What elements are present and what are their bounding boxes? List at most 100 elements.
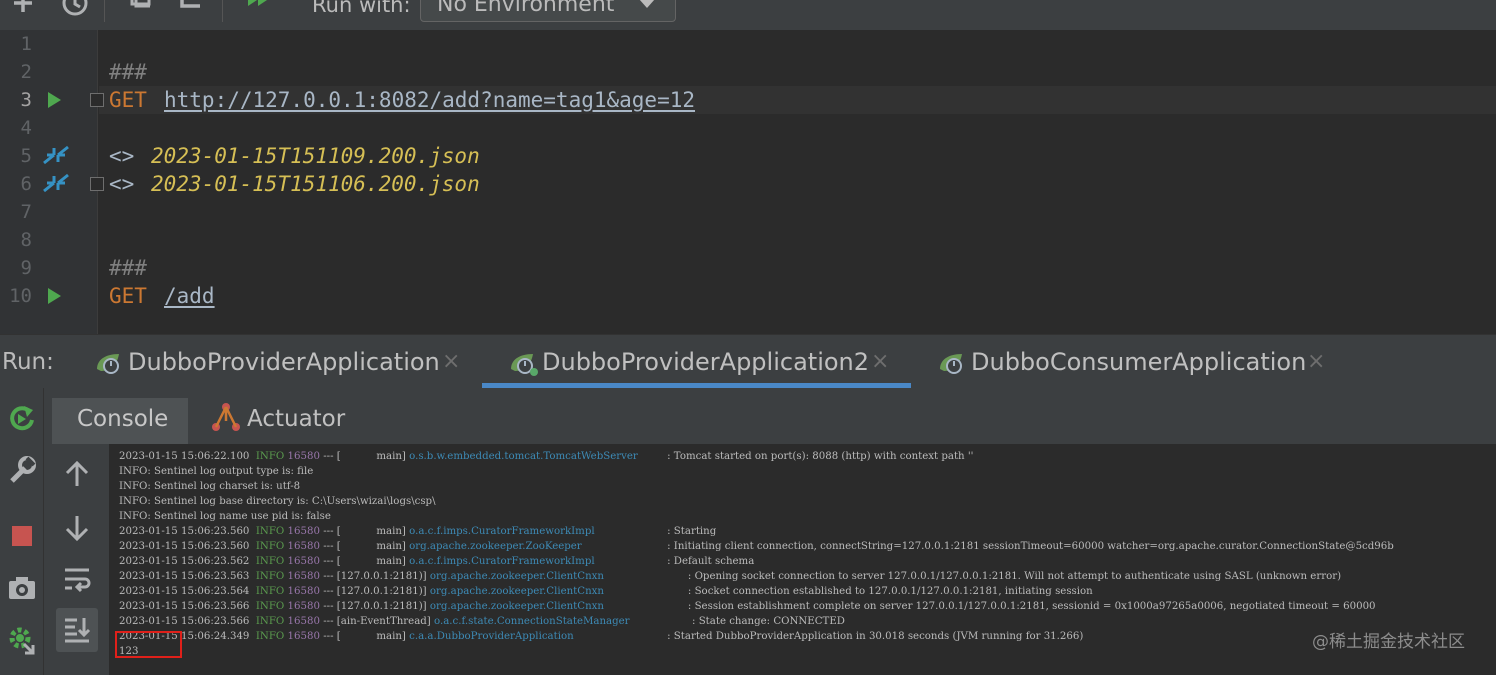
log-separator: --- <box>323 451 334 462</box>
compare-response-icon[interactable] <box>42 171 70 197</box>
run-tab-dubbo-consumer[interactable]: DubboConsumerApplication × <box>937 335 1337 389</box>
request-url[interactable]: http://127.0.0.1:8082/add?name=tag1&age=… <box>164 86 695 114</box>
log-pid: 16580 <box>287 451 320 462</box>
response-ref-marker: <> <box>109 172 135 196</box>
run-tool-window-header: Run: DubboProviderApplication × DubboPro… <box>0 334 1496 388</box>
log-line: 2023-01-15 15:06:22.100 INFO 16580 --- [… <box>119 449 973 464</box>
log-pid: 16580 <box>287 571 320 582</box>
log-logger[interactable]: org.apache.zookeeper.ZooKeeper <box>409 539 667 554</box>
log-logger[interactable]: o.a.c.f.state.ConnectionStateManager <box>434 614 692 629</box>
run-request-icon[interactable] <box>48 288 61 304</box>
http-request-editor[interactable]: 1 2 3 4 5 6 7 8 9 10 ### GET http://127.… <box>0 30 1496 334</box>
log-line: 2023-01-15 15:06:23.560 INFO 16580 --- [… <box>119 524 716 539</box>
log-logger[interactable]: org.apache.zookeeper.ClientCnxn <box>430 569 688 584</box>
log-timestamp: 2023-01-15 15:06:23.566 <box>119 616 250 627</box>
run-tab-dubbo-provider-2[interactable]: DubboProviderApplication2 × <box>508 335 898 389</box>
environment-dropdown[interactable]: No Environment <box>420 0 676 22</box>
log-line: 2023-01-15 15:06:23.564 INFO 16580 --- [… <box>119 584 1093 599</box>
log-level: INFO <box>255 571 285 582</box>
log-message: : Opening socket connection to server 12… <box>687 571 1342 582</box>
log-logger[interactable]: c.a.a.DubboProviderApplication <box>409 629 667 644</box>
response-file-link[interactable]: 2023-01-15T151106.200.json <box>151 170 480 198</box>
tab-console[interactable]: Console <box>52 398 188 444</box>
http-client-toolbar: Run with: No Environment <box>0 0 1496 30</box>
log-timestamp: 2023-01-15 15:06:23.564 <box>119 586 250 597</box>
run-all-requests-icon[interactable] <box>246 0 276 20</box>
run-request-icon[interactable] <box>48 92 61 108</box>
history-icon[interactable] <box>60 0 90 20</box>
log-level: INFO <box>255 586 285 597</box>
line-number: 8 <box>20 229 32 251</box>
rerun-icon[interactable] <box>6 402 38 434</box>
copy-icon[interactable] <box>128 0 158 20</box>
log-thread: [ main] <box>336 451 406 462</box>
close-icon[interactable]: × <box>442 349 460 375</box>
log-logger[interactable]: o.a.c.f.imps.CuratorFrameworkImpl <box>409 554 667 569</box>
run-tab-dubbo-provider[interactable]: DubboProviderApplication × <box>94 335 464 389</box>
request-separator: ### <box>109 60 147 84</box>
log-message: : Initiating client connection, connectS… <box>667 541 1394 552</box>
add-icon[interactable] <box>8 0 38 20</box>
compare-response-icon[interactable] <box>42 143 70 169</box>
log-message: : Session establishment complete on serv… <box>687 601 1376 612</box>
log-thread: [127.0.0.1:2181)] <box>336 586 427 597</box>
log-level: INFO <box>255 451 285 462</box>
log-text: INFO: Sentinel log base directory is: C:… <box>119 496 436 507</box>
line-number: 4 <box>20 117 32 139</box>
log-message: : Starting <box>667 526 717 537</box>
line-number: 9 <box>20 257 32 279</box>
close-icon[interactable]: × <box>1307 349 1325 375</box>
line-number: 10 <box>9 285 32 307</box>
log-separator: --- <box>323 526 334 537</box>
spring-boot-app-icon <box>940 354 962 374</box>
line-number: 3 <box>20 89 32 111</box>
request-url[interactable]: /add <box>164 282 215 310</box>
line-number: 1 <box>20 33 32 55</box>
run-label: Run: <box>2 349 54 375</box>
log-message: : Started DubboProviderApplication in 30… <box>667 631 1084 642</box>
log-timestamp: 2023-01-15 15:06:23.562 <box>119 556 250 567</box>
spring-boot-app-running-icon <box>511 354 538 376</box>
log-level: INFO <box>255 541 285 552</box>
line-number: 6 <box>20 173 32 195</box>
log-logger[interactable]: org.apache.zookeeper.ClientCnxn <box>430 599 688 614</box>
log-thread: [ main] <box>336 556 406 567</box>
log-logger[interactable]: o.s.b.w.embedded.tomcat.TomcatWebServer <box>409 449 667 464</box>
log-separator: --- <box>323 541 334 552</box>
log-pid: 16580 <box>287 541 320 552</box>
stop-icon[interactable] <box>6 520 38 552</box>
wrench-icon[interactable] <box>6 454 38 486</box>
log-timestamp: 2023-01-15 15:06:23.560 <box>119 526 250 537</box>
line-number: 5 <box>20 145 32 167</box>
fold-marker-icon[interactable] <box>90 93 104 107</box>
log-level: INFO <box>255 556 285 567</box>
console-tab-bar: Console Actuator <box>44 388 1496 444</box>
log-message: : Tomcat started on port(s): 8088 (http)… <box>667 451 974 462</box>
console-output[interactable]: 2023-01-15 15:06:22.100 INFO 16580 --- [… <box>110 444 1496 675</box>
arrow-up-icon[interactable] <box>60 458 94 492</box>
arrow-down-icon[interactable] <box>60 510 94 544</box>
fold-marker-icon[interactable] <box>90 177 104 191</box>
log-separator: --- <box>323 601 334 612</box>
camera-icon[interactable] <box>6 572 38 604</box>
log-text: INFO: Sentinel log name use pid is: fals… <box>119 511 331 522</box>
log-line: 2023-01-15 15:06:23.566 INFO 16580 --- [… <box>119 614 845 629</box>
log-logger[interactable]: org.apache.zookeeper.ClientCnxn <box>430 584 688 599</box>
log-thread: [127.0.0.1:2181)] <box>336 601 427 612</box>
log-line: 2023-01-15 15:06:24.349 INFO 16580 --- [… <box>119 629 1083 644</box>
response-file-link[interactable]: 2023-01-15T151109.200.json <box>151 142 480 170</box>
log-line: 2023-01-15 15:06:23.560 INFO 16580 --- [… <box>119 539 1394 554</box>
log-separator: --- <box>323 556 334 567</box>
log-logger[interactable]: o.a.c.f.imps.CuratorFrameworkImpl <box>409 524 667 539</box>
soft-wrap-icon[interactable] <box>60 562 94 596</box>
log-pid: 16580 <box>287 616 320 627</box>
paste-icon[interactable] <box>178 0 208 20</box>
close-icon[interactable]: × <box>871 349 889 375</box>
log-level: INFO <box>255 526 285 537</box>
request-separator: ### <box>109 256 147 280</box>
log-separator: --- <box>323 586 334 597</box>
http-method: GET <box>109 284 147 308</box>
line-number: 2 <box>20 61 32 83</box>
dump-threads-icon[interactable] <box>6 624 38 656</box>
log-text: INFO: Sentinel log charset is: utf-8 <box>119 481 301 492</box>
